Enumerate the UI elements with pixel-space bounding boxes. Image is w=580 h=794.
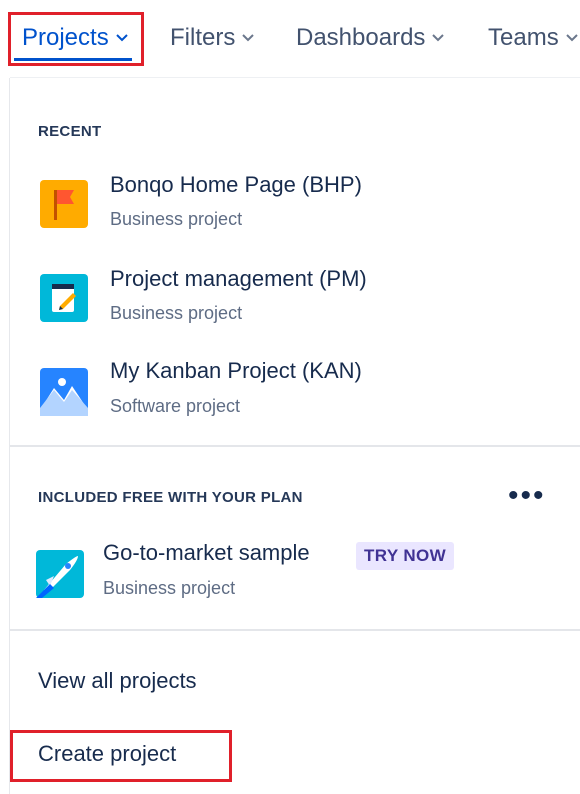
create-project-link[interactable]: Create project bbox=[38, 741, 176, 767]
rocket-icon bbox=[36, 550, 84, 598]
recent-project-item[interactable]: My Kanban Project (KAN) Software project bbox=[10, 352, 580, 432]
included-heading: INCLUDED FREE WITH YOUR PLAN bbox=[38, 489, 303, 506]
projects-highlight-box bbox=[8, 12, 144, 66]
project-title: My Kanban Project (KAN) bbox=[110, 358, 362, 383]
project-type: Business project bbox=[110, 209, 243, 229]
project-title: Bonqo Home Page (BHP) bbox=[110, 172, 362, 197]
project-type: Business project bbox=[103, 578, 236, 598]
notepad-icon bbox=[40, 274, 88, 322]
project-type: Software project bbox=[110, 396, 241, 416]
flag-icon bbox=[40, 180, 88, 228]
top-nav: Projects Filters Dashboards Teams bbox=[0, 0, 580, 76]
nav-dashboards[interactable]: Dashboards bbox=[296, 16, 445, 60]
project-title: Project management (PM) bbox=[110, 266, 367, 291]
view-all-projects-link[interactable]: View all projects bbox=[38, 668, 197, 694]
try-now-badge[interactable]: TRY NOW bbox=[356, 542, 455, 570]
included-project-item[interactable]: Go-to-market sample TRY NOW Business pro… bbox=[10, 534, 580, 614]
more-options-button[interactable]: ••• bbox=[508, 481, 546, 511]
chevron-down-icon bbox=[431, 33, 445, 43]
recent-project-item[interactable]: Bonqo Home Page (BHP) Business project bbox=[10, 164, 580, 244]
chevron-down-icon bbox=[241, 33, 255, 43]
projects-dropdown: RECENT Bonqo Home Page (BHP) Business pr… bbox=[10, 78, 580, 794]
section-divider bbox=[10, 629, 580, 631]
project-title: Go-to-market sample bbox=[103, 540, 310, 565]
mountain-icon bbox=[40, 368, 88, 416]
project-type: Business project bbox=[110, 303, 243, 323]
nav-filters-label: Filters bbox=[170, 24, 236, 51]
nav-teams-label: Teams bbox=[488, 24, 559, 51]
nav-filters[interactable]: Filters bbox=[170, 16, 255, 60]
section-divider bbox=[10, 445, 580, 447]
recent-heading: RECENT bbox=[38, 123, 102, 140]
chevron-down-icon bbox=[565, 33, 579, 43]
nav-teams[interactable]: Teams bbox=[488, 16, 579, 60]
nav-dashboards-label: Dashboards bbox=[296, 24, 426, 51]
recent-project-item[interactable]: Project management (PM) Business project bbox=[10, 258, 580, 338]
